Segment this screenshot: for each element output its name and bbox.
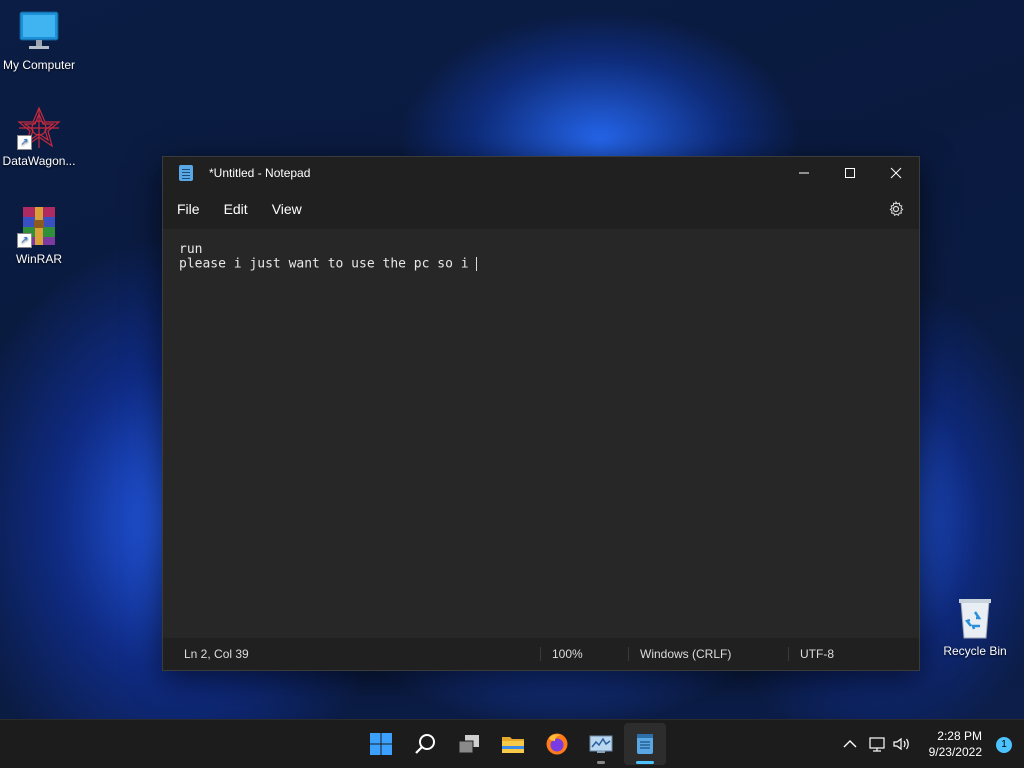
datawagon-icon: ↗ (17, 106, 61, 150)
text-line-1: run (179, 242, 203, 257)
notification-badge[interactable]: 1 (996, 737, 1012, 753)
network-icon (869, 737, 885, 752)
status-separator (628, 647, 629, 661)
status-line-ending: Windows (CRLF) (640, 647, 732, 661)
maximize-button[interactable] (827, 157, 873, 189)
search-icon (415, 734, 435, 754)
file-explorer-icon (502, 737, 524, 753)
notepad-window[interactable]: *Untitled - Notepad File Edit View run p… (162, 156, 920, 671)
status-bar: Ln 2, Col 39 100% Windows (CRLF) UTF-8 (163, 638, 919, 670)
performance-monitor-icon (589, 735, 613, 753)
menu-bar: File Edit View (163, 189, 919, 229)
computer-icon (17, 10, 61, 54)
maximize-icon (845, 168, 855, 178)
task-view-icon (458, 735, 479, 754)
notepad-app-icon (179, 165, 193, 181)
notepad-icon (637, 734, 653, 754)
desktop-icon-winrar[interactable]: ↗ WinRAR (0, 204, 79, 266)
menu-edit[interactable]: Edit (212, 201, 260, 217)
gear-icon (889, 200, 904, 217)
recycle-bin-icon (953, 596, 997, 640)
volume-button[interactable] (892, 734, 912, 754)
clock[interactable]: 2:28 PM 9/23/2022 (929, 728, 982, 760)
close-button[interactable] (873, 157, 919, 189)
clock-date: 9/23/2022 (928, 745, 982, 759)
menu-view[interactable]: View (260, 201, 314, 217)
desktop-icon-datawagon[interactable]: ↗ DataWagon... (0, 106, 79, 168)
volume-icon (893, 737, 909, 751)
window-title: *Untitled - Notepad (209, 166, 311, 180)
desktop-icon-label: DataWagon... (2, 154, 76, 168)
chevron-up-icon (843, 740, 857, 748)
desktop-icon-label: WinRAR (15, 252, 62, 266)
title-bar[interactable]: *Untitled - Notepad (163, 157, 919, 189)
running-indicator (597, 761, 605, 764)
desktop-icon-label: Recycle Bin (943, 644, 1007, 658)
search-button[interactable] (413, 732, 437, 756)
network-button[interactable] (868, 734, 888, 754)
status-zoom: 100% (552, 647, 583, 661)
menu-file[interactable]: File (165, 201, 212, 217)
status-separator (540, 647, 541, 661)
status-separator (788, 647, 789, 661)
active-indicator (636, 761, 654, 764)
performance-monitor-button[interactable] (589, 732, 613, 756)
notepad-taskbar-button[interactable] (633, 732, 657, 756)
close-icon (890, 167, 902, 179)
winrar-icon: ↗ (17, 204, 61, 248)
minimize-icon (799, 172, 809, 174)
settings-button[interactable] (887, 200, 905, 218)
firefox-icon (546, 733, 568, 755)
taskbar: 2:28 PM 9/23/2022 1 (0, 719, 1024, 768)
clock-time: 2:28 PM (937, 729, 982, 743)
text-line-2: please i just want to use the pc so i (179, 256, 477, 272)
minimize-button[interactable] (781, 157, 827, 189)
status-encoding: UTF-8 (800, 647, 834, 661)
task-view-button[interactable] (457, 732, 481, 756)
show-hidden-icons-button[interactable] (840, 734, 860, 754)
desktop-icon-recycle-bin[interactable]: Recycle Bin (935, 596, 1015, 658)
start-button[interactable] (369, 732, 393, 756)
desktop-icon-my-computer[interactable]: My Computer (0, 10, 79, 72)
status-cursor-position: Ln 2, Col 39 (184, 647, 249, 661)
firefox-button[interactable] (545, 732, 569, 756)
file-explorer-button[interactable] (501, 732, 525, 756)
text-editor[interactable]: run please i just want to use the pc so … (163, 229, 919, 638)
text-cursor (476, 257, 478, 271)
desktop-icon-label: My Computer (2, 58, 76, 72)
shortcut-arrow-icon: ↗ (17, 233, 32, 248)
shortcut-arrow-icon: ↗ (17, 135, 32, 150)
start-icon (370, 733, 392, 755)
